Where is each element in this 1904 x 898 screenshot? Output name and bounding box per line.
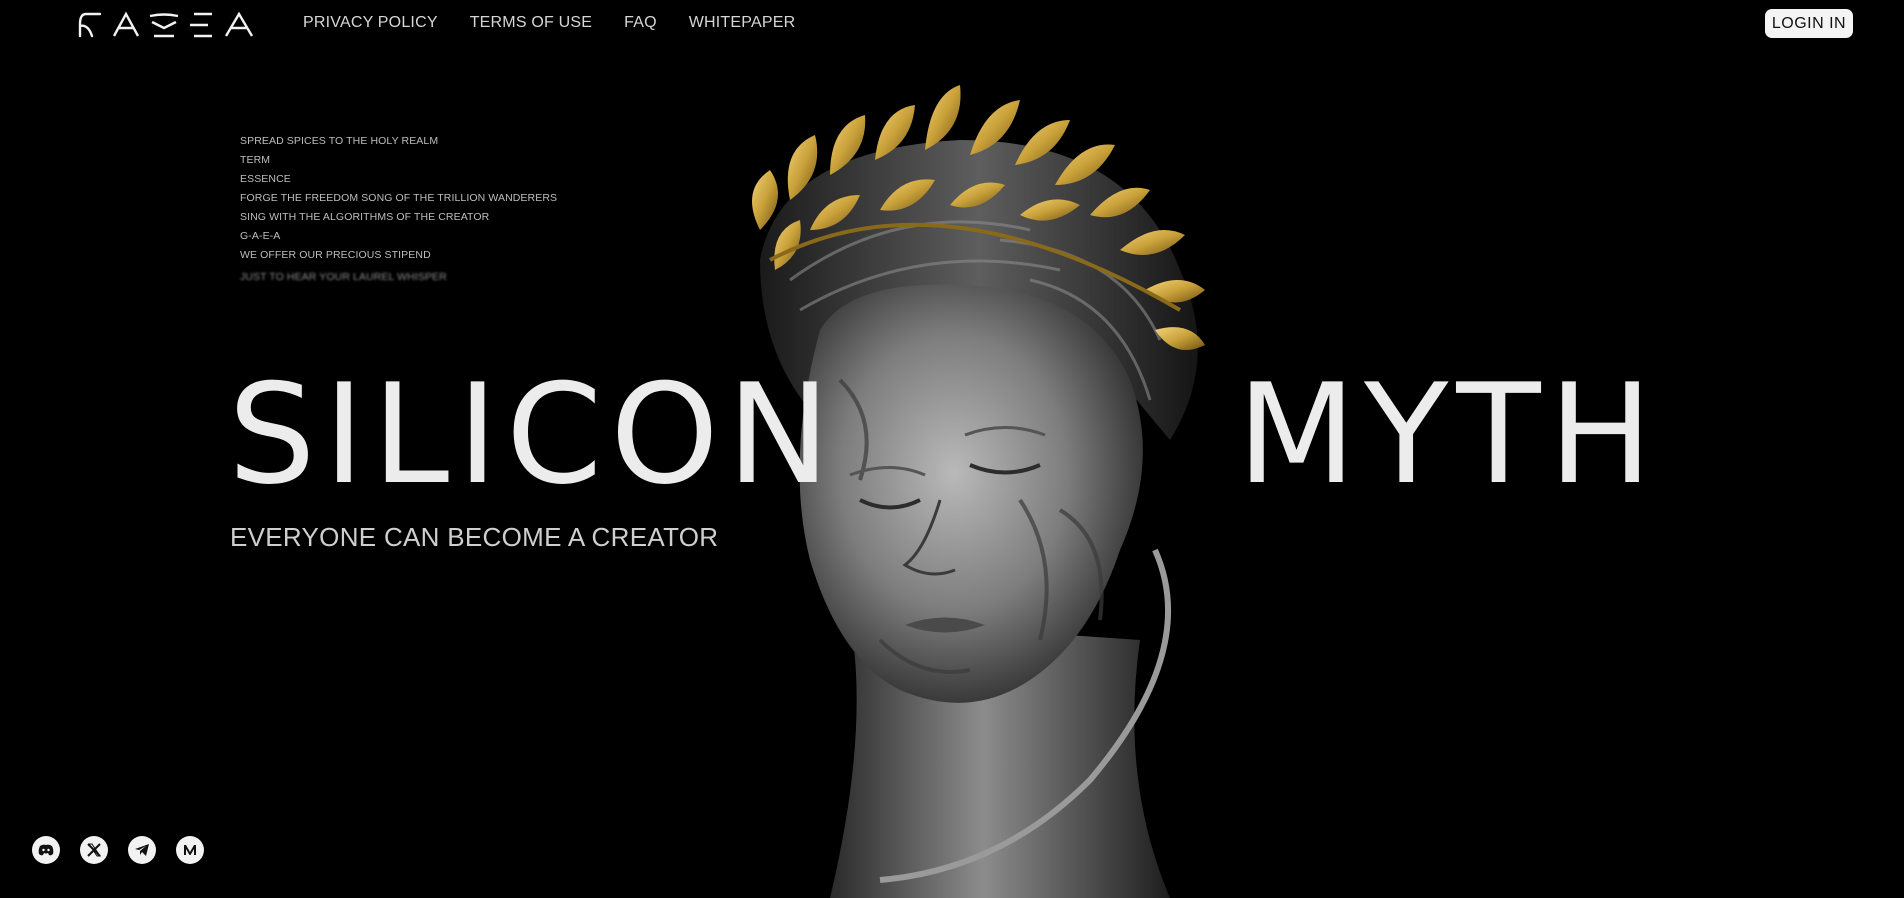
nav-terms-of-use[interactable]: TERMS OF USE bbox=[470, 14, 592, 32]
poem-line: G-A-E-A bbox=[240, 230, 281, 242]
landing-page: PRIVACY POLICY TERMS OF USE FAQ WHITEPAP… bbox=[0, 0, 1904, 898]
poem-line: ESSENCE bbox=[240, 173, 291, 185]
poem-line: TERM bbox=[240, 154, 271, 166]
hero-title-left: SILICON bbox=[228, 354, 839, 515]
medium-icon bbox=[184, 845, 196, 855]
x-icon bbox=[87, 843, 101, 857]
hero-title-right: MYTH bbox=[1237, 354, 1661, 515]
poem-list: SPREAD SPICES TO THE HOLY REALM TERM ESS… bbox=[240, 132, 557, 287]
telegram-icon bbox=[135, 844, 149, 856]
hero-tagline: EVERYONE CAN BECOME A CREATOR bbox=[230, 522, 719, 552]
poem-line: SPREAD SPICES TO THE HOLY REALM bbox=[240, 135, 439, 147]
x-link[interactable] bbox=[80, 836, 108, 864]
nav-whitepaper[interactable]: WHITEPAPER bbox=[689, 14, 796, 32]
poem-line: SING WITH THE ALGORITHMS OF THE CREATOR bbox=[240, 211, 490, 223]
main-nav: PRIVACY POLICY TERMS OF USE FAQ WHITEPAP… bbox=[303, 14, 795, 32]
nav-privacy-policy[interactable]: PRIVACY POLICY bbox=[303, 14, 438, 32]
telegram-link[interactable] bbox=[128, 836, 156, 864]
nav-faq[interactable]: FAQ bbox=[624, 14, 657, 32]
login-button[interactable]: LOGIN IN bbox=[1765, 9, 1853, 38]
medium-link[interactable] bbox=[176, 836, 204, 864]
poem-line: WE OFFER OUR PRECIOUS STIPEND bbox=[240, 249, 431, 261]
poem-line-faded: JUST TO HEAR YOUR LAUREL WHISPER bbox=[240, 271, 447, 283]
discord-icon bbox=[38, 844, 54, 856]
discord-link[interactable] bbox=[32, 836, 60, 864]
gaea-logo[interactable] bbox=[78, 10, 256, 40]
poem-line: FORGE THE FREEDOM SONG OF THE TRILLION W… bbox=[240, 192, 558, 204]
social-links bbox=[32, 836, 204, 864]
